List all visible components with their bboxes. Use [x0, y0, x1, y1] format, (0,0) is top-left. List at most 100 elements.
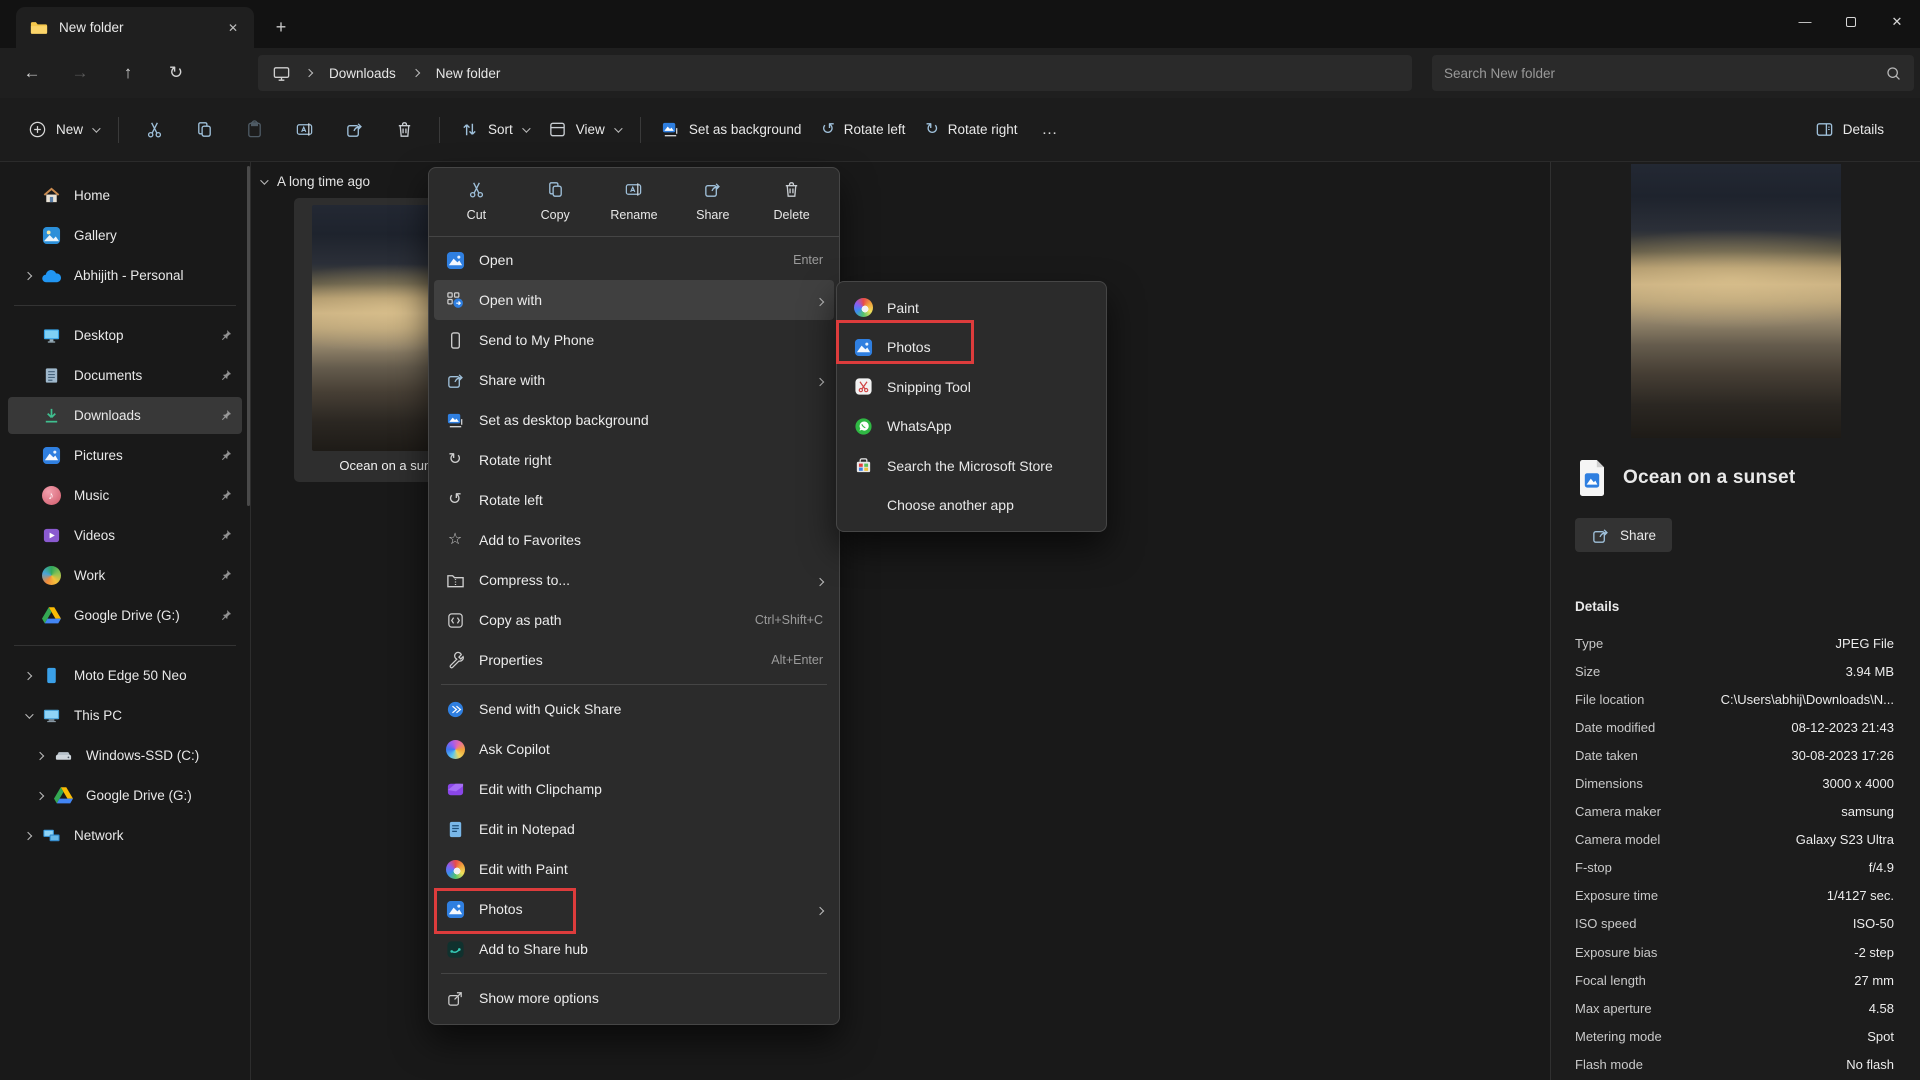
sidebar-item-google-drive-g[interactable]: Google Drive (G:) [20, 777, 242, 814]
sidebar-item-music[interactable]: ♪Music [8, 477, 242, 514]
context-menu-item-add-to-share-hub[interactable]: Add to Share hub [434, 929, 834, 969]
details-label: File location [1575, 692, 1644, 707]
sidebar-item-moto-edge-50-neo[interactable]: Moto Edge 50 Neo [8, 657, 242, 694]
new-button[interactable]: New [18, 110, 108, 150]
close-button[interactable]: ✕ [1874, 0, 1920, 43]
sidebar-item-pictures[interactable]: Pictures [8, 437, 242, 474]
context-menu-item-send-with-quick-share[interactable]: Send with Quick Share [434, 689, 834, 729]
sidebar-item-abhijith-personal[interactable]: Abhijith - Personal [8, 257, 242, 294]
sidebar-item-windows-ssd-c[interactable]: Windows-SSD (C:) [20, 737, 242, 774]
sidebar-item-documents[interactable]: Documents [8, 357, 242, 394]
breadcrumb[interactable]: Downloads New folder [258, 55, 1412, 91]
context-menu-item-open-with[interactable]: Open with [434, 280, 834, 320]
context-quick-share-button[interactable]: Share [673, 179, 752, 222]
group-header[interactable]: A long time ago [260, 174, 370, 189]
menu-item-label: Properties [479, 652, 543, 668]
delete-button[interactable] [379, 110, 429, 150]
context-menu-item-compress-to[interactable]: Compress to... [434, 560, 834, 600]
open-with-item-paint[interactable]: Paint [842, 288, 1101, 328]
context-quick-cut-button[interactable]: Cut [437, 179, 516, 222]
context-menu-item-share-with[interactable]: Share with [434, 360, 834, 400]
sidebar-item-downloads[interactable]: Downloads [8, 397, 242, 434]
refresh-button[interactable]: ↻ [152, 55, 200, 91]
maximize-button[interactable] [1828, 0, 1874, 43]
paste-button[interactable] [229, 110, 279, 150]
sidebar-item-home[interactable]: Home [8, 177, 242, 214]
chevron-right-icon[interactable] [28, 753, 52, 759]
plus-circle-icon [28, 120, 47, 139]
monitor-icon [272, 64, 291, 83]
set-as-background-button[interactable]: Set as background [651, 110, 812, 150]
image-preview[interactable] [1631, 164, 1841, 438]
sidebar-item-network[interactable]: Network [8, 817, 242, 854]
details-value: 3.94 MB [1846, 664, 1894, 679]
context-menu-item-edit-with-paint[interactable]: Edit with Paint [434, 849, 834, 889]
context-menu-item-edit-in-notepad[interactable]: Edit in Notepad [434, 809, 834, 849]
cut-button[interactable] [129, 110, 179, 150]
details-row-focal-length: Focal length27 mm [1575, 966, 1894, 994]
breadcrumb-item-downloads[interactable]: Downloads [327, 64, 398, 83]
sidebar-item-google-drive-g[interactable]: Google Drive (G:) [8, 597, 242, 634]
share-button[interactable] [329, 110, 379, 150]
chevron-down-icon[interactable] [16, 713, 40, 719]
back-button[interactable]: ← [8, 55, 56, 91]
sidebar-item-work[interactable]: Work [8, 557, 242, 594]
details-toggle-button[interactable]: Details [1805, 110, 1894, 150]
context-menu-item-photos[interactable]: Photos [434, 889, 834, 929]
context-menu-item-ask-copilot[interactable]: Ask Copilot [434, 729, 834, 769]
up-button[interactable]: ↑ [104, 55, 152, 91]
sidebar-item-videos[interactable]: Videos [8, 517, 242, 554]
open-with-item-snipping-tool[interactable]: Snipping Tool [842, 367, 1101, 407]
rename-button[interactable] [279, 110, 329, 150]
context-menu-item-show-more-options[interactable]: Show more options [434, 978, 834, 1018]
sidebar-item-desktop[interactable]: Desktop [8, 317, 242, 354]
context-quick-delete-button[interactable]: Delete [752, 179, 831, 222]
search-icon[interactable] [1885, 65, 1902, 82]
new-tab-button[interactable]: + [266, 12, 296, 42]
quick-share-icon [445, 699, 465, 719]
context-menu-item-set-as-desktop-background[interactable]: Set as desktop background [434, 400, 834, 440]
wallpaper-icon [445, 410, 465, 430]
context-menu-item-rotate-left[interactable]: ↺Rotate left [434, 480, 834, 520]
search-input[interactable] [1444, 66, 1885, 81]
context-menu-item-rotate-right[interactable]: ↻Rotate right [434, 440, 834, 480]
context-menu-item-add-to-favorites[interactable]: ☆Add to Favorites [434, 520, 834, 560]
view-button-label: View [576, 122, 605, 137]
rotate-left-button[interactable]: ↺ Rotate left [811, 110, 915, 150]
rotate-left-icon: ↺ [445, 490, 465, 510]
tab-close-icon[interactable]: ✕ [220, 15, 246, 41]
chevron-right-icon[interactable] [16, 833, 40, 839]
search-box[interactable] [1432, 55, 1914, 91]
view-button[interactable]: View [538, 110, 630, 150]
see-more-button[interactable]: … [1028, 110, 1073, 150]
rotate-right-button[interactable]: ↻ Rotate right [915, 110, 1027, 150]
details-share-button[interactable]: Share [1575, 518, 1672, 552]
forward-button[interactable]: → [56, 55, 104, 91]
chevron-right-icon [817, 372, 823, 388]
explorer-tab[interactable]: New folder ✕ [16, 7, 254, 48]
context-menu-item-edit-with-clipchamp[interactable]: Edit with Clipchamp [434, 769, 834, 809]
context-menu-item-open[interactable]: OpenEnter [434, 240, 834, 280]
breadcrumb-item-new-folder[interactable]: New folder [434, 64, 503, 83]
sort-button[interactable]: Sort [450, 110, 538, 150]
sidebar-item-this-pc[interactable]: This PC [8, 697, 242, 734]
copy-button[interactable] [179, 110, 229, 150]
chevron-right-icon[interactable] [16, 273, 40, 279]
open-with-item-choose-another-app[interactable]: Choose another app [842, 486, 1101, 526]
context-menu-item-properties[interactable]: PropertiesAlt+Enter [434, 640, 834, 680]
context-quick-copy-button[interactable]: Copy [516, 179, 595, 222]
chevron-right-icon[interactable] [28, 793, 52, 799]
context-quick-rename-button[interactable]: Rename [595, 179, 674, 222]
sidebar-scrollbar[interactable] [247, 166, 250, 506]
cut-icon [466, 179, 486, 199]
open-with-item-search-the-microsoft-store[interactable]: Search the Microsoft Store [842, 446, 1101, 486]
details-label: Camera maker [1575, 804, 1661, 819]
context-menu-item-copy-as-path[interactable]: Copy as pathCtrl+Shift+C [434, 600, 834, 640]
chevron-right-icon[interactable] [16, 673, 40, 679]
open-with-item-photos[interactable]: Photos [842, 328, 1101, 368]
sidebar-item-gallery[interactable]: Gallery [8, 217, 242, 254]
open-with-item-whatsapp[interactable]: WhatsApp [842, 407, 1101, 447]
open-with-icon [445, 290, 465, 310]
context-menu-item-send-to-my-phone[interactable]: Send to My Phone [434, 320, 834, 360]
minimize-button[interactable]: — [1782, 0, 1828, 43]
